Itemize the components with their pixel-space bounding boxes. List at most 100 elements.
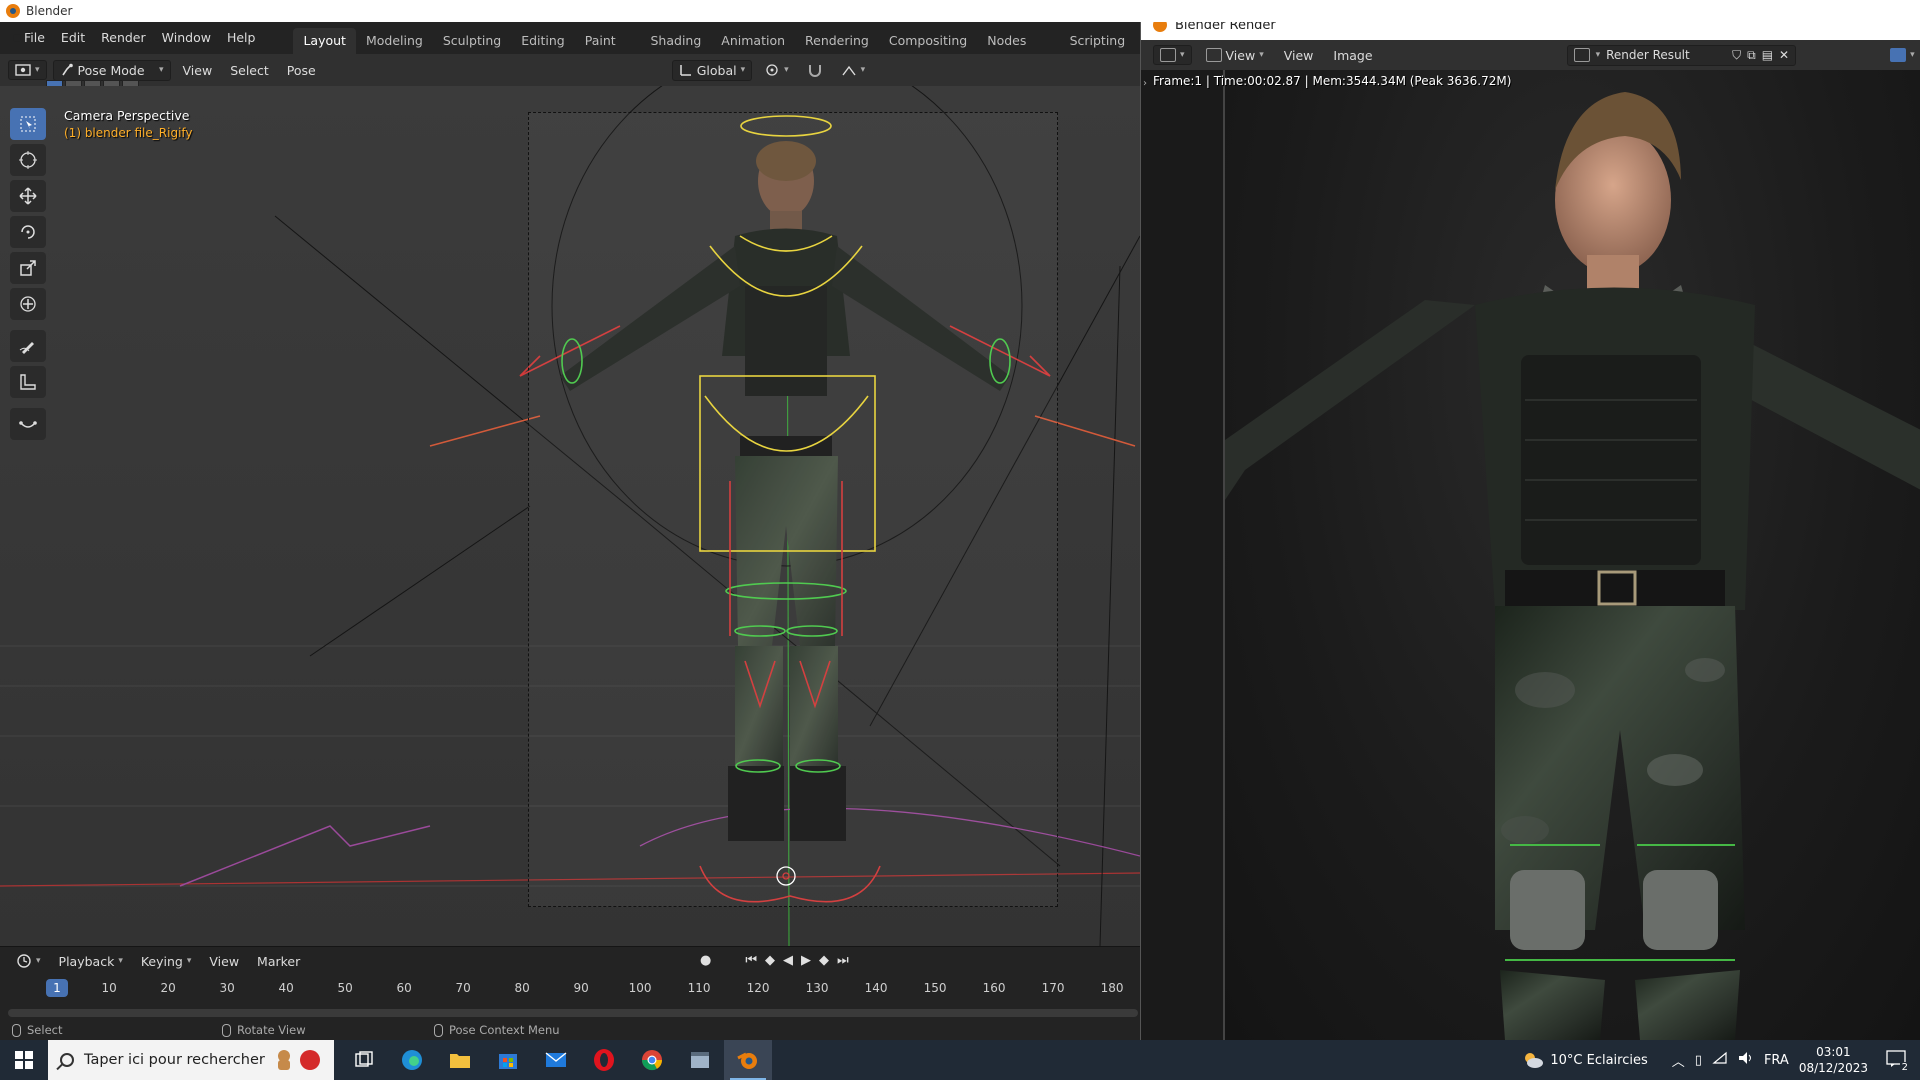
render-result-selector[interactable]: ▾ Render Result ⛉ ⧉ ▤ ✕	[1566, 44, 1797, 66]
timeline-editor-dropdown[interactable]: ▾	[10, 952, 47, 970]
measure-tool[interactable]	[10, 366, 46, 398]
keying-label: Keying	[140, 953, 183, 969]
opera-app[interactable]	[580, 1040, 628, 1080]
task-view-button[interactable]	[340, 1040, 388, 1080]
viewport-menu-pose[interactable]: Pose	[281, 61, 322, 80]
tab-modeling[interactable]: Modeling	[356, 28, 433, 54]
render-menu-image[interactable]: Image	[1327, 46, 1378, 65]
bone-roll-tool[interactable]	[10, 408, 46, 440]
new-image-icon[interactable]: ⧉	[1747, 48, 1756, 63]
mail-app[interactable]	[532, 1040, 580, 1080]
tab-animation[interactable]: Animation	[711, 28, 795, 54]
unlink-image-icon[interactable]: ✕	[1779, 48, 1789, 62]
image-editor-type-dropdown[interactable]: ▾	[1153, 45, 1192, 65]
chrome-icon	[641, 1050, 663, 1071]
view-mode-label: View	[1225, 47, 1256, 63]
jump-start-icon[interactable]: ⏮	[745, 953, 757, 968]
viewport-menu-view[interactable]: View	[177, 61, 219, 80]
volume-icon[interactable]	[1738, 1051, 1754, 1069]
annotate-tool[interactable]	[10, 330, 46, 362]
play-icon[interactable]: ▶	[801, 953, 811, 968]
tab-rendering[interactable]: Rendering	[795, 28, 879, 54]
weather-text: 10°C Eclaircies	[1550, 1052, 1648, 1068]
search-icon	[60, 1053, 74, 1067]
render-window: Blender Render ▾ View ▾ View Image ▾ Rend…	[1140, 10, 1920, 1040]
viewport-menu-select[interactable]: Select	[224, 61, 275, 80]
scale-tool[interactable]	[10, 252, 46, 284]
store-app[interactable]	[484, 1040, 532, 1080]
jump-keyframe-forward-icon[interactable]: ◆	[819, 953, 829, 968]
network-icon[interactable]	[1712, 1051, 1728, 1069]
view-mode-dropdown[interactable]: View ▾	[1200, 46, 1270, 65]
fake-user-icon[interactable]: ⛉	[1732, 48, 1741, 63]
notification-center-button[interactable]: 2	[1886, 1049, 1910, 1073]
transform-tool[interactable]	[10, 288, 46, 320]
orientation-dropdown[interactable]: Global ▾	[671, 59, 753, 81]
mode-dropdown[interactable]: Pose Mode ▾	[52, 59, 171, 81]
folder-icon	[450, 1054, 470, 1068]
move-tool[interactable]	[10, 180, 46, 212]
select-box-tool[interactable]	[10, 108, 46, 140]
search-placeholder: Taper ici pour rechercher	[84, 1052, 265, 1068]
tab-scripting[interactable]: Scripting	[1060, 28, 1136, 54]
current-frame-indicator[interactable]: 1	[46, 979, 68, 997]
weather-widget[interactable]: 10°C Eclaircies	[1522, 1050, 1648, 1070]
tab-shading[interactable]: Shading	[641, 28, 712, 54]
jump-end-icon[interactable]: ⏭	[837, 953, 849, 968]
tab-compositing[interactable]: Compositing	[879, 28, 977, 54]
frame-number: 60	[396, 981, 412, 995]
pivot-dropdown[interactable]: ▾	[758, 61, 795, 79]
snap-dropdown[interactable]: ▾	[835, 61, 872, 79]
menu-file[interactable]: File	[16, 22, 53, 54]
menu-edit[interactable]: Edit	[53, 22, 93, 54]
menu-window[interactable]: Window	[154, 22, 219, 54]
rotate-tool[interactable]	[10, 216, 46, 248]
play-reverse-icon[interactable]: ◀	[783, 953, 793, 968]
clock[interactable]: 03:01 08/12/2023	[1799, 1044, 1868, 1076]
sidebar-expand-icon[interactable]: ›	[1143, 78, 1147, 89]
snap-target-icon	[842, 65, 856, 76]
blender-taskbar-app[interactable]	[724, 1040, 772, 1080]
file-explorer-app[interactable]	[436, 1040, 484, 1080]
tray-overflow-icon[interactable]: ︿	[1672, 1051, 1685, 1070]
snap-toggle[interactable]	[801, 61, 829, 79]
window-titlebar: Blender	[0, 0, 1920, 22]
marker-menu[interactable]: Marker	[251, 952, 306, 971]
taskbar-search[interactable]: Taper ici pour rechercher	[48, 1040, 334, 1080]
tab-layout[interactable]: Layout	[293, 28, 356, 54]
timeline-view-menu[interactable]: View	[203, 952, 245, 971]
image-editor-icon	[1160, 48, 1176, 62]
menu-help[interactable]: Help	[219, 22, 264, 54]
app-window-app[interactable]	[676, 1040, 724, 1080]
start-button[interactable]	[0, 1040, 48, 1080]
editor-type-dropdown[interactable]: ▾	[8, 60, 47, 80]
status-select-label: Select	[27, 1023, 63, 1037]
tab-sculpting[interactable]: Sculpting	[433, 28, 511, 54]
timeline-scrollbar[interactable]	[8, 1009, 1138, 1017]
image-editor-header: ▾ View ▾ View Image ▾ Render Result ⛉ ⧉ ▤…	[1141, 40, 1920, 70]
render-image-area[interactable]: › Frame:1 | Time:00:02.87 | Mem:3544.34M…	[1141, 70, 1920, 1040]
select-box-icon	[20, 116, 36, 132]
weather-cloud-sun-icon	[1525, 1053, 1544, 1068]
keying-menu[interactable]: Keying ▾	[135, 952, 198, 971]
open-image-icon[interactable]: ▤	[1762, 48, 1773, 62]
playback-menu[interactable]: Playback ▾	[53, 952, 129, 971]
cursor-tool[interactable]	[10, 144, 46, 176]
gizmo-toggle[interactable]: ▾	[1884, 46, 1920, 64]
chrome-app[interactable]	[628, 1040, 676, 1080]
3d-viewport[interactable]	[0, 86, 1140, 946]
render-menu-view[interactable]: View	[1278, 46, 1320, 65]
timeline-ruler[interactable]: 1 10 20 30 40 50 60 70 80 90 100 110 120 130 140 150 16…	[0, 975, 1140, 1001]
blender-main-window: File Edit Render Window Help Layout Mode…	[0, 0, 1155, 1040]
tray-device-icon[interactable]: ▯	[1695, 1053, 1702, 1068]
jump-keyframe-back-icon[interactable]: ◆	[765, 953, 775, 968]
magnet-icon	[808, 65, 821, 77]
frame-number: 80	[514, 981, 530, 995]
auto-keying-icon[interactable]: ●	[700, 953, 711, 968]
language-indicator[interactable]: FRA	[1764, 1053, 1789, 1068]
status-select: Select	[12, 1023, 62, 1037]
render-result-image	[1225, 70, 1920, 1040]
edge-app[interactable]	[388, 1040, 436, 1080]
task-view-icon	[355, 1051, 373, 1067]
menu-render[interactable]: Render	[93, 22, 154, 54]
